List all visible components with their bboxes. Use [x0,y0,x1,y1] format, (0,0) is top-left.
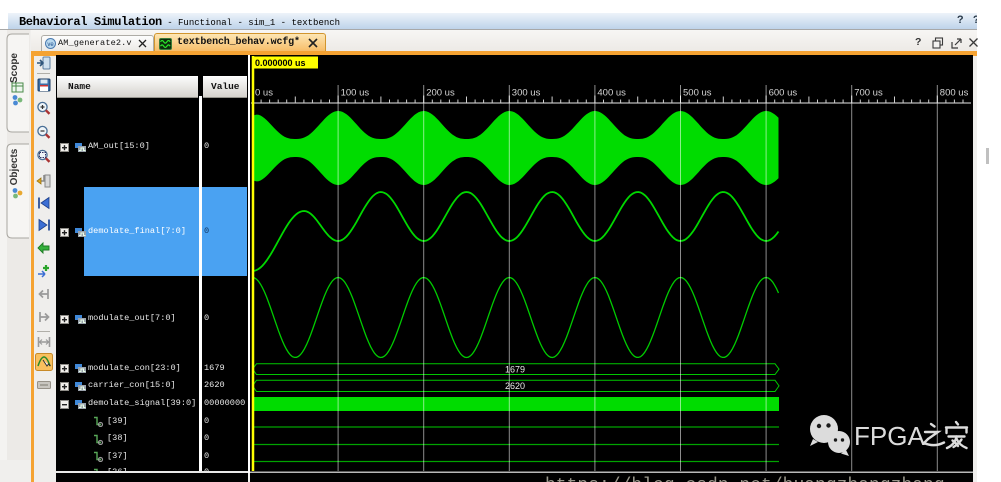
svg-text:500 us: 500 us [683,88,712,99]
svg-text:400 us: 400 us [597,88,626,99]
svg-text:800 us: 800 us [940,88,969,99]
svg-text:FPGA: FPGA [854,421,925,451]
svg-text:1679: 1679 [505,365,525,375]
svg-text:Objects: Objects [9,148,20,185]
svg-text:0.000000 us: 0.000000 us [255,58,306,68]
svg-text:0 us: 0 us [255,88,273,99]
svg-text:200 us: 200 us [426,88,455,99]
svg-text:2620: 2620 [505,381,525,391]
svg-text:700 us: 700 us [854,88,883,99]
svg-text:600 us: 600 us [769,88,798,99]
svg-text:300 us: 300 us [512,88,541,99]
svg-text:ve: ve [47,42,54,48]
svg-text:Scope: Scope [9,53,20,83]
svg-text:100 us: 100 us [341,88,370,99]
